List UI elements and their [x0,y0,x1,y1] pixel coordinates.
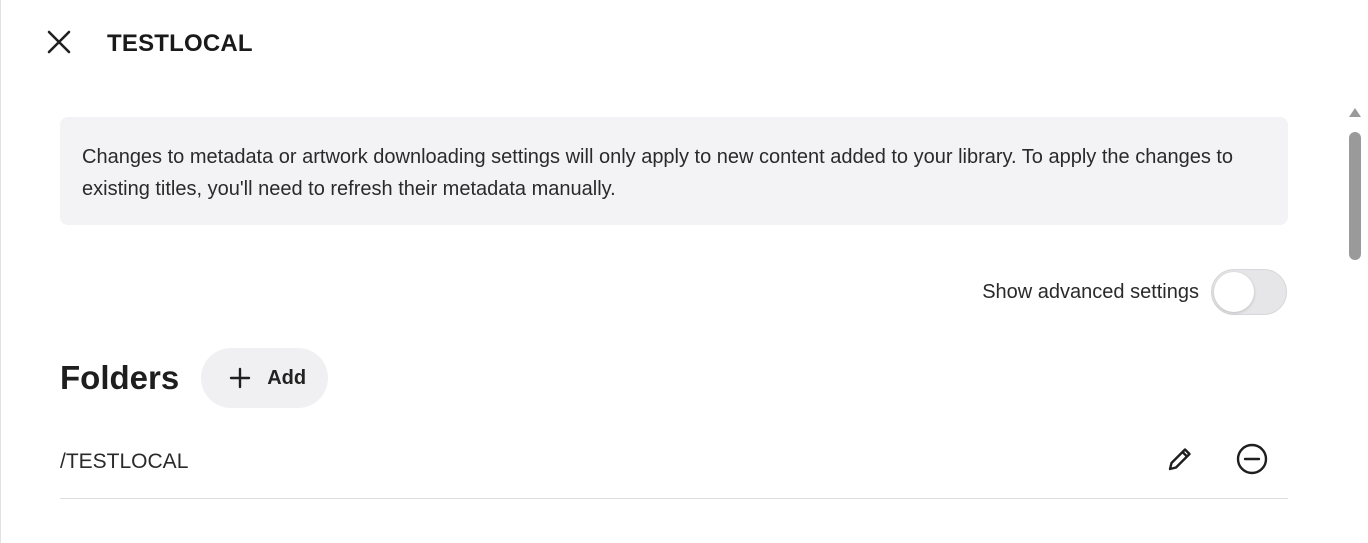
add-folder-button[interactable]: Add [201,348,329,408]
folders-title: Folders [60,359,180,396]
advanced-settings-label: Show advanced settings [982,280,1199,303]
library-settings-panel: TESTLOCAL Changes to metadata or artwork… [0,0,1368,543]
scrollbar-thumb[interactable] [1349,132,1361,260]
folder-row: /TESTLOCAL [60,425,1288,499]
scroll-up-arrow-icon[interactable] [1349,108,1361,117]
plus-icon [227,365,253,391]
panel-header: TESTLOCAL [1,0,1368,88]
folder-row-actions [1158,440,1288,484]
close-button[interactable] [41,26,77,62]
edit-folder-button[interactable] [1158,440,1202,484]
close-icon [47,30,71,59]
metadata-notice: Changes to metadata or artwork downloadi… [60,117,1288,225]
advanced-settings-row: Show advanced settings [982,269,1287,315]
add-folder-label: Add [267,366,307,389]
remove-folder-button[interactable] [1230,440,1274,484]
folders-header: Folders Add [60,348,329,408]
remove-circle-icon [1235,442,1269,481]
page-title: TESTLOCAL [107,30,253,57]
vertical-scrollbar[interactable] [1348,104,1362,543]
folder-path: /TESTLOCAL [60,449,189,473]
advanced-settings-toggle[interactable] [1211,269,1287,315]
pencil-icon [1164,443,1196,480]
toggle-knob [1214,272,1254,312]
